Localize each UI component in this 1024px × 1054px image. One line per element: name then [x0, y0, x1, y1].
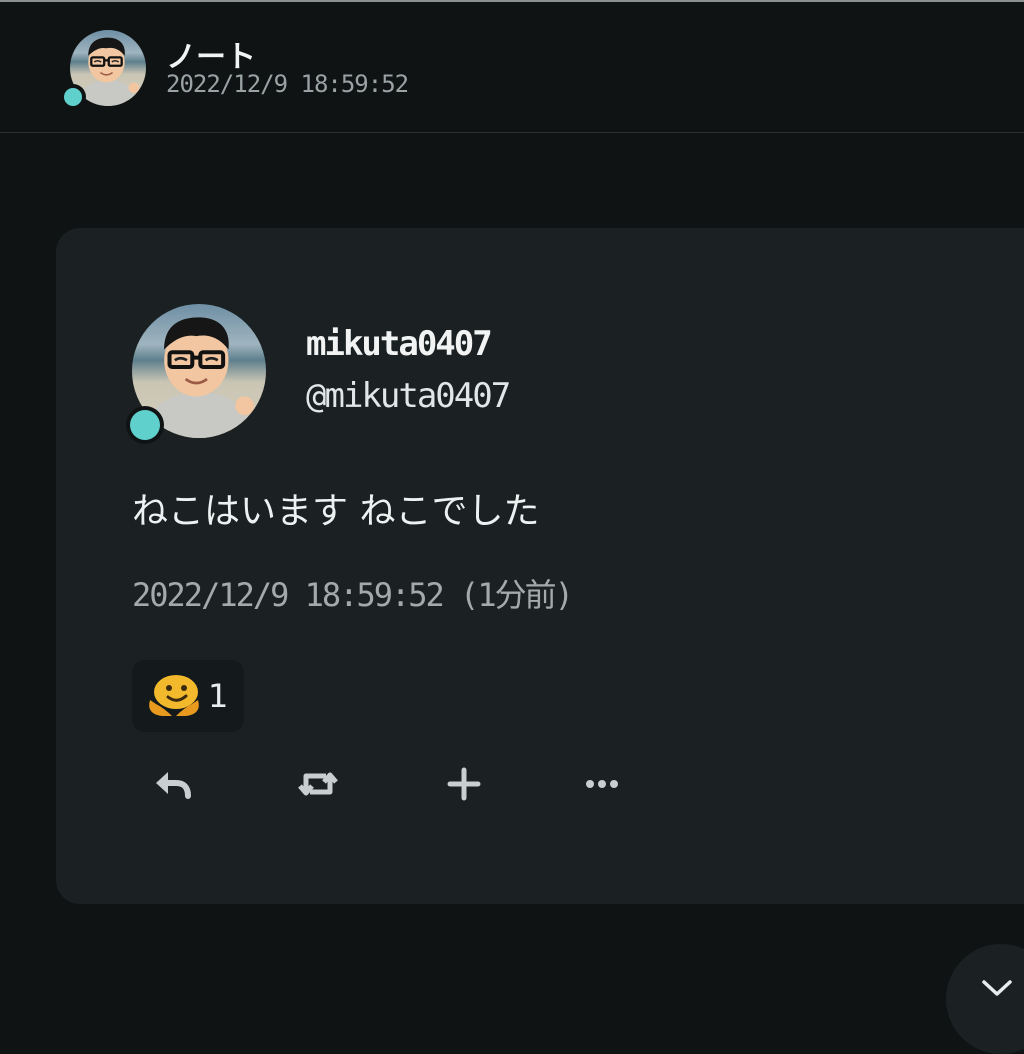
note-body-text: ねこはいます ねこでした: [132, 491, 540, 532]
note-author-avatar[interactable]: [130, 304, 266, 440]
author-handle[interactable]: @mikuta0407: [306, 376, 511, 416]
reaction-count: 1: [208, 677, 229, 715]
online-status-dot: [64, 88, 82, 106]
reply-button[interactable]: [144, 756, 200, 812]
reply-icon: [156, 772, 191, 799]
header-avatar[interactable]: [64, 30, 146, 106]
more-icon: [586, 780, 618, 788]
online-status-dot: [130, 410, 160, 440]
add-reaction-button[interactable]: [436, 756, 492, 812]
chevron-down-icon: [982, 980, 1012, 996]
reaction-button[interactable]: 1: [132, 660, 244, 732]
renote-button[interactable]: [290, 756, 346, 812]
more-button[interactable]: [574, 756, 630, 812]
note-actions: [132, 756, 652, 812]
page-header: ノート 2022/12/9 18:59:52: [0, 2, 1024, 133]
note-card: mikuta0407 @mikuta0407 ねこはいます ねこでした 2022…: [56, 228, 1024, 904]
header-timestamp: 2022/12/9 18:59:52: [166, 70, 409, 98]
renote-icon: [298, 772, 338, 796]
plus-icon: [447, 767, 481, 801]
scroll-down-button[interactable]: [946, 944, 1024, 1054]
note-timestamp[interactable]: 2022/12/9 18:59:52 (1分前): [132, 570, 574, 616]
author-display-name[interactable]: mikuta0407: [306, 324, 493, 364]
hugging-face-emoji-icon: [149, 675, 199, 716]
